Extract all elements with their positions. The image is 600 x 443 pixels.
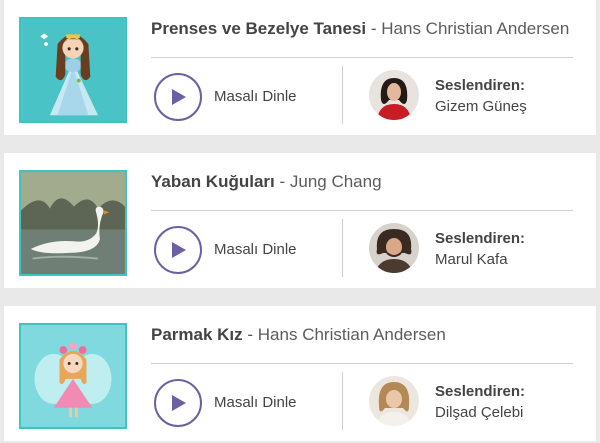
- play-icon: [172, 242, 186, 258]
- story-card: Parmak Kız - Hans Christian Andersen Mas…: [4, 306, 596, 441]
- fairy-illustration-icon: [21, 325, 125, 427]
- horizontal-divider: [151, 363, 573, 364]
- story-title-line[interactable]: Prenses ve Bezelye Tanesi - Hans Christi…: [151, 19, 569, 39]
- story-title-line[interactable]: Yaban Kuğuları - Jung Chang: [151, 172, 382, 192]
- play-button[interactable]: [154, 73, 202, 121]
- story-author: Hans Christian Andersen: [381, 19, 570, 38]
- narrator-portrait-icon: [369, 70, 419, 120]
- narrator-avatar: [369, 376, 419, 426]
- story-title[interactable]: Prenses ve Bezelye Tanesi: [151, 19, 366, 38]
- narrator-portrait-icon: [369, 376, 419, 426]
- story-title[interactable]: Yaban Kuğuları: [151, 172, 275, 191]
- princess-illustration-icon: [21, 19, 125, 121]
- narrator-avatar: [369, 70, 419, 120]
- listen-label[interactable]: Masalı Dinle: [214, 88, 297, 105]
- narrator-avatar: [369, 223, 419, 273]
- narrator-label: Seslendiren:: [435, 77, 526, 94]
- listen-label[interactable]: Masalı Dinle: [214, 394, 297, 411]
- vertical-divider: [342, 219, 343, 277]
- story-card: Prenses ve Bezelye Tanesi - Hans Christi…: [4, 0, 596, 135]
- narrator-name: Dilşad Çelebi: [435, 404, 524, 421]
- vertical-divider: [342, 66, 343, 124]
- narrator-label: Seslendiren:: [435, 230, 526, 247]
- play-button[interactable]: [154, 226, 202, 274]
- swan-illustration-icon: [21, 172, 125, 274]
- narrator-name: Gizem Güneş: [435, 98, 527, 115]
- story-cover-image[interactable]: [19, 17, 127, 123]
- listen-label[interactable]: Masalı Dinle: [214, 241, 297, 258]
- story-cover-image[interactable]: [19, 323, 127, 429]
- story-author: Hans Christian Andersen: [257, 325, 446, 344]
- horizontal-divider: [151, 57, 573, 58]
- play-icon: [172, 395, 186, 411]
- play-icon: [172, 89, 186, 105]
- story-card: Yaban Kuğuları - Jung Chang Masalı Dinle…: [4, 153, 596, 288]
- narrator-portrait-icon: [369, 223, 419, 273]
- story-title-line[interactable]: Parmak Kız - Hans Christian Andersen: [151, 325, 446, 345]
- story-cover-image[interactable]: [19, 170, 127, 276]
- title-separator: -: [366, 19, 382, 38]
- title-separator: -: [242, 325, 258, 344]
- vertical-divider: [342, 372, 343, 430]
- play-button[interactable]: [154, 379, 202, 427]
- story-title[interactable]: Parmak Kız: [151, 325, 243, 344]
- title-separator: -: [274, 172, 290, 191]
- story-author: Jung Chang: [289, 172, 382, 191]
- narrator-name: Marul Kafa: [435, 251, 508, 268]
- narrator-label: Seslendiren:: [435, 383, 526, 400]
- horizontal-divider: [151, 210, 573, 211]
